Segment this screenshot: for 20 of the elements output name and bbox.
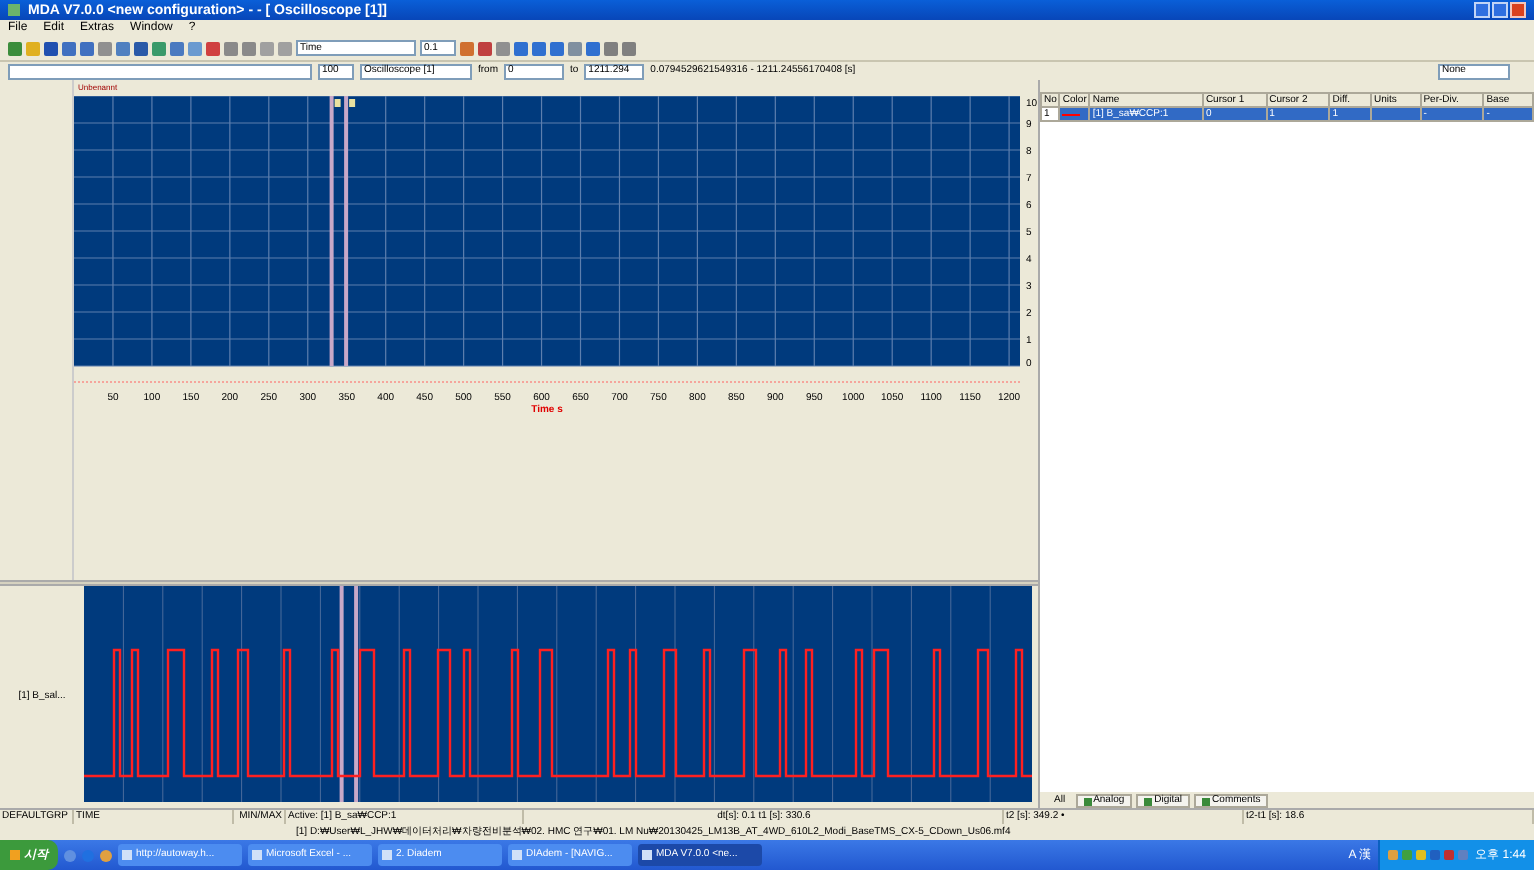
cursor-line[interactable] xyxy=(339,586,344,802)
windows-logo-icon xyxy=(10,850,20,860)
signal-icon xyxy=(1144,797,1153,805)
maximize-icon[interactable] xyxy=(1492,2,1508,18)
cursor-line[interactable] xyxy=(344,96,349,366)
minimize-icon[interactable] xyxy=(1474,2,1490,18)
app-icon xyxy=(252,850,262,860)
app-icon xyxy=(512,850,522,860)
scroll-field[interactable] xyxy=(8,63,312,79)
cursor-line[interactable] xyxy=(354,586,359,802)
signal-icon xyxy=(1083,797,1092,805)
cursor-line[interactable] xyxy=(329,96,334,366)
app-icon xyxy=(122,850,132,860)
app-icon xyxy=(8,4,20,16)
app-icon xyxy=(382,850,392,860)
cursor-marker-icon[interactable] xyxy=(334,99,341,107)
app-icon xyxy=(642,850,652,860)
close-icon[interactable] xyxy=(1510,2,1526,18)
cursor-marker-icon[interactable] xyxy=(349,99,356,107)
signal-icon xyxy=(1202,797,1211,805)
